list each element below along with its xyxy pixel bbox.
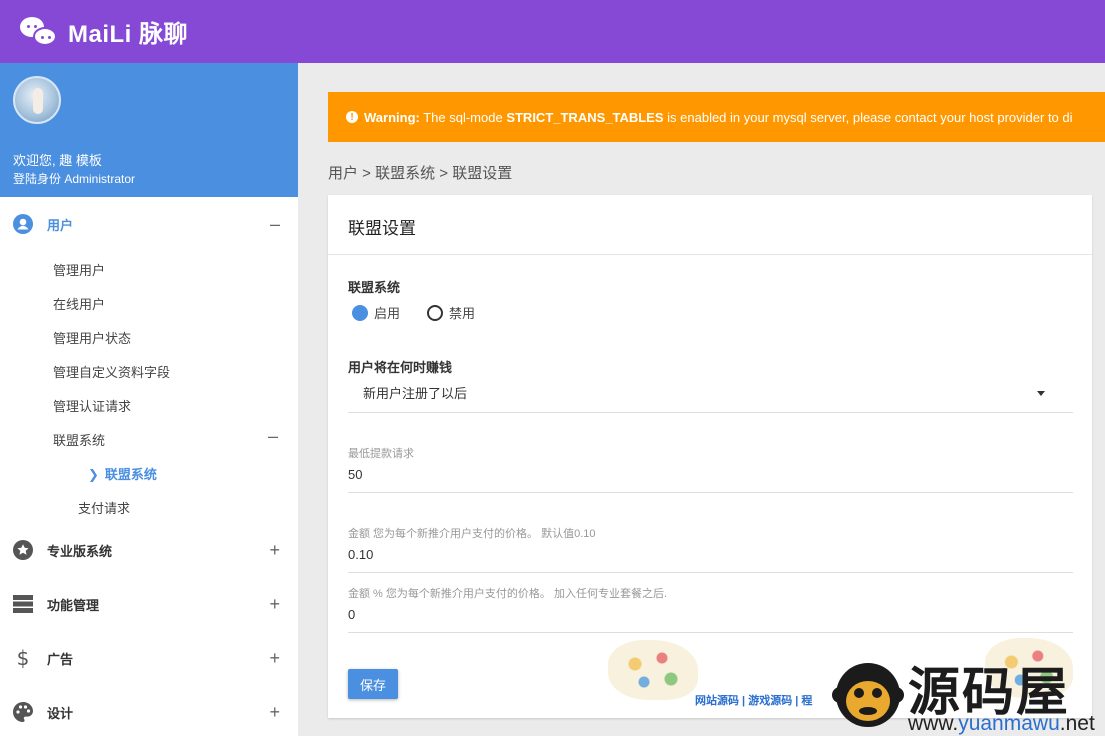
sidebar-item-pro[interactable]: 专业版系统 + [0,523,298,577]
breadcrumb: 用户 > 联盟系统 > 联盟设置 [328,165,513,182]
user-circle-icon [12,213,34,235]
sidebar-item-manage-users[interactable]: 管理用户 [53,260,105,279]
select-value: 新用户注册了以后 [363,386,468,401]
profile-panel: 欢迎您, 趣 模板 登陆身份 Administrator [0,63,298,197]
field-label: 金额 % 您为每个新推介用户支付的价格。 加入任何专业套餐之后. [348,588,668,600]
app-title[interactable]: MaiLi 脉聊 [68,14,188,49]
warning-code: STRICT_TRANS_TABLES [506,109,664,125]
expand-icon[interactable]: + [269,648,280,669]
role-text: 登陆身份 Administrator [13,172,136,186]
sidebar-item-affiliate-current[interactable]: ❯ 联盟系统 [88,464,157,483]
sidebar-item-ads[interactable]: $ 广告 + [0,631,298,685]
field-value: 50 [348,467,363,482]
sidebar-item-label: 联盟系统 [104,467,157,482]
view-list-icon [12,593,34,615]
warning-banner: ! Warning: The sql-mode STRICT_TRANS_TAB… [328,92,1105,142]
sidebar-item-design[interactable]: 设计 + [0,685,298,736]
affiliate-settings-card: 联盟设置 联盟系统 启用 禁用 用户将在何时赚钱 新用户注册了以后 最低提款请求… [328,195,1092,718]
palette-icon [12,701,34,723]
collapse-icon[interactable]: – [270,214,280,235]
top-bar: MaiLi 脉聊 [0,0,1105,63]
sidebar-item-payment-requests[interactable]: 支付请求 [78,498,130,517]
welcome-text: 欢迎您, 趣 模板 [13,153,102,168]
sidebar-item-label: 设计 [47,705,74,721]
earn-when-select[interactable]: 新用户注册了以后 [348,375,1073,413]
sidebar-item-label: 用户 [47,217,74,233]
expand-icon[interactable]: + [269,594,280,615]
expand-icon[interactable]: + [269,702,280,723]
sidebar-item-custom-fields[interactable]: 管理自定义资料字段 [53,362,170,381]
chevron-right-icon: ❯ [88,467,99,482]
earn-when-label: 用户将在何时赚钱 [348,360,453,375]
field-label: 金额 您为每个新推介用户支付的价格。 默认值0.10 [348,528,596,540]
card-title: 联盟设置 [328,195,1092,255]
sidebar-item-online-users[interactable]: 在线用户 [53,294,105,313]
sidebar-item-features[interactable]: 功能管理 + [0,577,298,631]
warning-prefix: Warning: [364,109,420,125]
radio-checked-icon [352,304,368,321]
field-value: 0 [348,607,356,622]
sidebar-item-label: 功能管理 [47,597,100,613]
star-icon [12,539,34,561]
field-label: 最低提款请求 [348,448,414,460]
radio-enable[interactable]: 启用 [352,303,400,322]
min-withdraw-field[interactable]: 最低提款请求 50 [348,445,1073,493]
chat-logo-icon [20,16,58,47]
radio-disable[interactable]: 禁用 [427,303,475,322]
amount-field[interactable]: 金额 您为每个新推介用户支付的价格。 默认值0.10 0.10 [348,525,1073,573]
sidebar-item-affiliate-group[interactable]: 联盟系统 [53,430,105,449]
alert-icon: ! [346,111,358,123]
affiliate-system-label: 联盟系统 [348,280,401,295]
sidebar-item-verification[interactable]: 管理认证请求 [53,396,131,415]
warning-text: The sql-mode [419,109,507,125]
warning-text-rest: is enabled in your mysql server, please … [663,109,1073,125]
field-value: 0.10 [348,547,374,562]
avatar[interactable] [13,76,61,124]
save-button[interactable]: 保存 [348,669,398,699]
sidebar-item-label: 专业版系统 [47,543,113,559]
sidebar-item-users[interactable]: 用户 – [0,197,298,251]
sidebar-item-label: 广告 [47,651,74,667]
dollar-icon: $ [16,646,30,670]
amount-percent-field[interactable]: 金额 % 您为每个新推介用户支付的价格。 加入任何专业套餐之后. 0 [348,585,1073,633]
expand-icon[interactable]: + [269,540,280,561]
sidebar-item-user-status[interactable]: 管理用户状态 [53,328,131,347]
radio-label: 启用 [374,306,401,321]
caret-down-icon [1037,391,1045,396]
radio-unchecked-icon [427,304,443,321]
radio-label: 禁用 [449,306,476,321]
